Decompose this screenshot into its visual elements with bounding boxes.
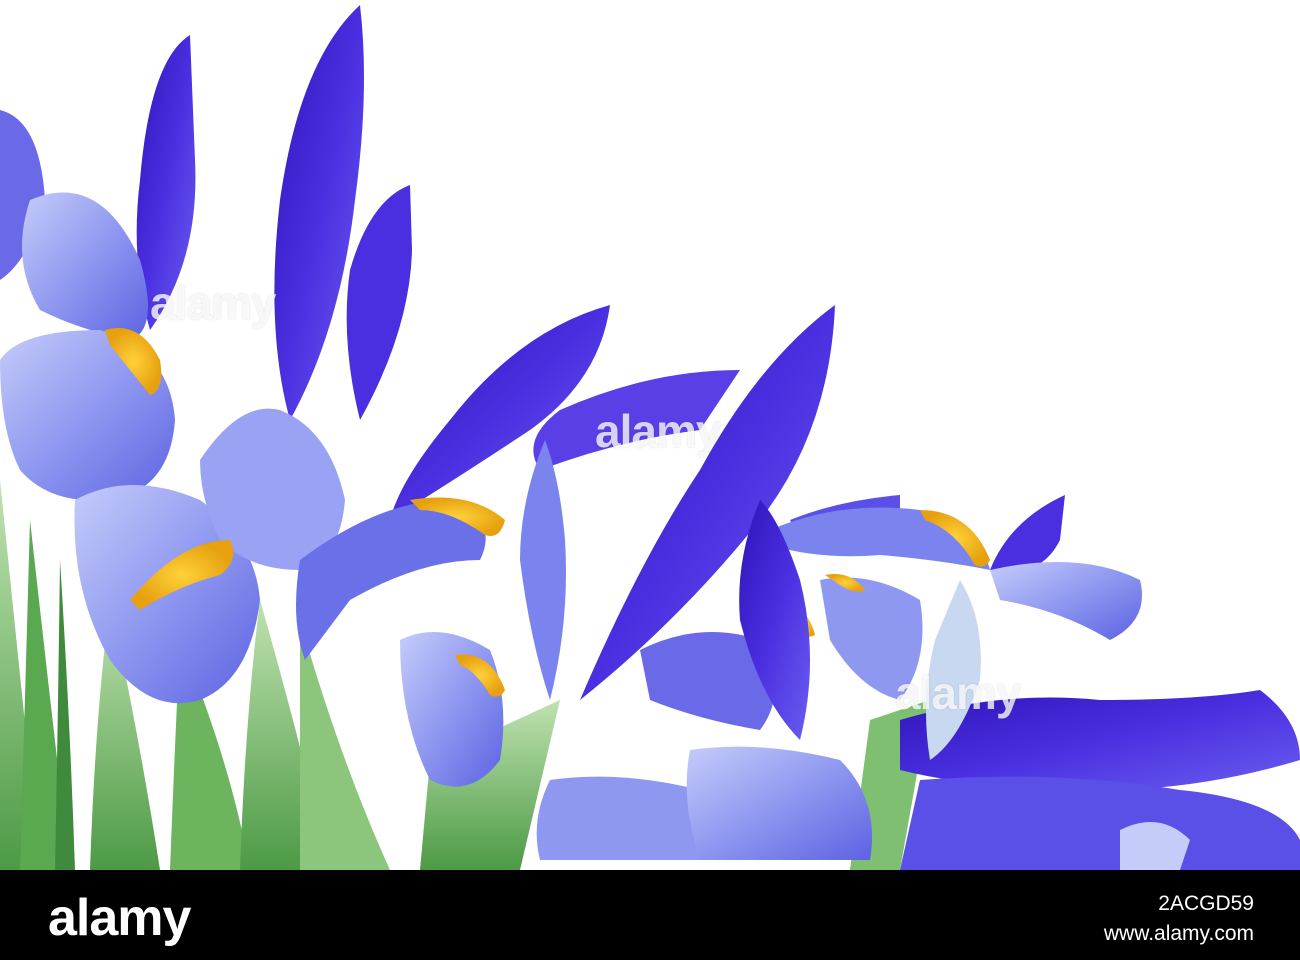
- stock-footer-bar: alamy 2ACGD59 www.alamy.com: [0, 870, 1300, 960]
- image-id: 2ACGD59: [1158, 892, 1254, 915]
- alamy-logo: alamy: [48, 889, 191, 947]
- watermark-2: alamy: [595, 405, 721, 457]
- site-url: www.alamy.com: [1103, 922, 1254, 945]
- iris-photo: alamy alamy alamy: [0, 0, 1300, 870]
- watermark-1: alamy: [150, 277, 276, 329]
- watermark-3: alamy: [895, 667, 1021, 719]
- image-stage: alamy alamy alamy alamy 2ACGD59 www.alam…: [0, 0, 1300, 960]
